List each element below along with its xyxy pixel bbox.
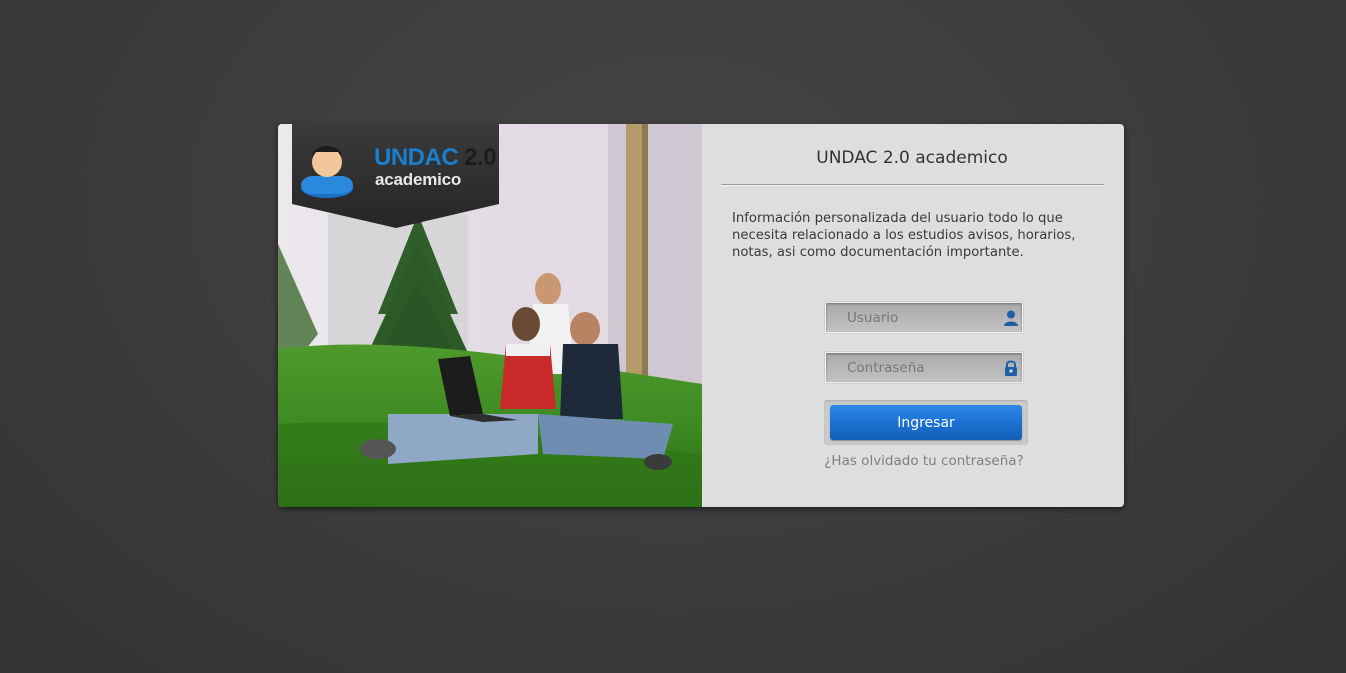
divider: [721, 184, 1104, 186]
lock-icon: [1005, 360, 1017, 376]
forgot-password-link[interactable]: ¿Has olvidado tu contraseña?: [824, 453, 1024, 469]
panel-description: Información personalizada del usuario to…: [732, 211, 1076, 260]
password-field: [825, 352, 1023, 383]
user-icon: [1004, 310, 1018, 326]
login-button-frame: Ingresar: [824, 400, 1028, 445]
page-background: UNDAC 2.0 academico UNDAC 2.0 academico I…: [0, 0, 1346, 673]
logo: UNDAC 2.0 academico: [292, 124, 499, 228]
login-card: UNDAC 2.0 academico UNDAC 2.0 academico I…: [278, 124, 1124, 507]
logo-title: UNDAC 2.0: [374, 144, 497, 172]
password-input[interactable]: [826, 353, 996, 382]
username-field: [825, 302, 1023, 333]
hero-photo: UNDAC 2.0 academico: [278, 124, 702, 507]
logo-subtitle: academico: [375, 170, 462, 189]
username-input[interactable]: [826, 303, 996, 332]
login-panel: UNDAC 2.0 academico Información personal…: [702, 124, 1124, 507]
panel-title: UNDAC 2.0 academico: [816, 148, 1008, 168]
logo-version: 2.0: [464, 144, 497, 171]
login-button[interactable]: Ingresar: [830, 405, 1022, 440]
logo-brand: UNDAC: [374, 144, 459, 171]
